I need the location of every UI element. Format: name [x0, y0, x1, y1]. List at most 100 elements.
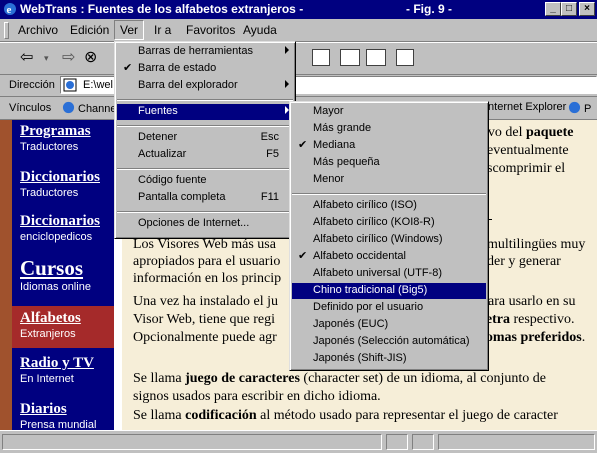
menu-item-opciones-internet[interactable]: Opciones de Internet...	[117, 216, 293, 232]
menubar-grip[interactable]	[4, 22, 9, 39]
menu-item-codigo-fuente[interactable]: Código fuente	[117, 173, 293, 189]
address-label: Dirección	[9, 79, 55, 91]
encoding-definido-usuario[interactable]: Definido por el usuario	[292, 300, 486, 316]
link-internet-explorer[interactable]: Internet Explorer	[485, 101, 566, 113]
menu-bar: Archivo Edición Ver Ir a Favoritos Ayuda	[0, 19, 597, 42]
menu-separator	[292, 193, 486, 195]
font-size-menor[interactable]: Menor	[292, 172, 486, 188]
checkmark-icon: ✔	[298, 250, 308, 262]
link-ie-icon-2	[568, 101, 581, 114]
menu-archivo[interactable]: Archivo	[18, 23, 58, 37]
status-pane-main	[2, 434, 382, 450]
stop-icon[interactable]: ⊗	[84, 48, 97, 68]
font-size-mas-pequena[interactable]: Más pequeña	[292, 155, 486, 171]
menu-item-pantalla-completa[interactable]: Pantalla completa F11	[117, 190, 293, 206]
encoding-japones-shiftjis[interactable]: Japonés (Shift-JIS)	[292, 351, 486, 367]
maximize-button[interactable]: □	[561, 2, 577, 16]
encoding-japones-euc[interactable]: Japonés (EUC)	[292, 317, 486, 333]
encoding-cirilico-windows[interactable]: Alfabeto cirílico (Windows)	[292, 232, 486, 248]
back-dropdown-icon[interactable]: ▾	[44, 48, 49, 68]
minimize-button[interactable]: _	[545, 2, 561, 16]
text-line: iomas preferidos.	[482, 330, 586, 345]
link-ie-icon	[62, 101, 75, 114]
menu-item-barra-estado[interactable]: ✔ Barra de estado	[117, 61, 293, 77]
print-hint-icon	[319, 46, 337, 63]
encoding-japones-auto[interactable]: Japonés (Selección automática)	[292, 334, 486, 350]
status-pane-1	[386, 434, 408, 450]
sidebar-item-radio-tv[interactable]: Radio y TV En Internet	[20, 356, 94, 386]
ver-menu: Barras de herramientas ✔ Barra de estado…	[114, 41, 296, 239]
font-size-mediana[interactable]: ✔ Mediana	[292, 138, 486, 154]
menu-edicion[interactable]: Edición	[70, 23, 109, 37]
left-strip	[0, 120, 12, 430]
text-line: der y generar	[487, 254, 561, 269]
text-line: scomprimir el	[487, 161, 566, 176]
menu-separator	[117, 99, 293, 101]
encoding-utf8[interactable]: Alfabeto universal (UTF-8)	[292, 266, 486, 282]
fullscreen-icon[interactable]	[366, 49, 386, 66]
fuentes-submenu: Mayor Más grande ✔ Mediana Más pequeña Me…	[289, 101, 489, 371]
text-line: información en los princip	[133, 271, 282, 286]
menu-item-fuentes[interactable]: Fuentes	[117, 104, 293, 120]
title-bar: e WebTrans : Fuentes de los alfabetos ex…	[0, 0, 597, 19]
address-bar: Dirección E:\wel	[0, 74, 597, 97]
menu-separator	[117, 168, 293, 170]
text-line: Se llama codificación al método usado pa…	[133, 408, 558, 423]
text-line: multilingües muy	[487, 237, 586, 252]
menu-separator	[117, 125, 293, 127]
toolbar: ⇦ ▾ ⇨ ⊗	[0, 42, 597, 75]
link-channels[interactable]: Channe	[62, 101, 117, 115]
font-size-mas-grande[interactable]: Más grande	[292, 121, 486, 137]
text-line: eventualmente	[487, 143, 569, 158]
status-pane-zone	[438, 434, 595, 450]
text-line: Opcionalmente puede agr	[133, 330, 277, 345]
submenu-arrow-icon	[285, 46, 289, 54]
text-line: Se llama juego de caracteres (character …	[133, 371, 546, 386]
sidebar-item-programas[interactable]: Programas Traductores	[20, 124, 91, 154]
links-label: Vínculos	[9, 102, 52, 114]
text-line: Una vez ha instalado el ju	[133, 294, 279, 309]
font-size-mayor[interactable]: Mayor	[292, 104, 486, 120]
encoding-cirilico-koi8r[interactable]: Alfabeto cirílico (KOI8-R)	[292, 215, 486, 231]
sidebar-item-diarios[interactable]: Diarios Prensa mundial	[20, 402, 96, 431]
menu-favoritos[interactable]: Favoritos	[186, 23, 235, 37]
sidebar-item-alfabetos[interactable]: Alfabetos Extranjeros	[20, 311, 81, 341]
menu-item-detener[interactable]: Detener Esc	[117, 130, 293, 146]
status-pane-2	[412, 434, 434, 450]
menu-separator	[117, 211, 293, 213]
menu-ayuda[interactable]: Ayuda	[243, 23, 277, 37]
link-more[interactable]: P	[568, 101, 591, 115]
page-icon	[63, 78, 77, 92]
close-button[interactable]: ×	[579, 2, 595, 16]
sidebar-item-diccionarios-enciclopedicos[interactable]: Diccionarios enciclopedicos	[20, 214, 100, 244]
channels-icon[interactable]	[340, 49, 360, 66]
status-bar	[0, 430, 597, 453]
menu-ver[interactable]: Ver	[114, 20, 145, 40]
text-line: signos usados para escribir en dicho idi…	[133, 389, 381, 404]
forward-arrow-icon[interactable]: ⇨	[62, 48, 75, 68]
address-value: E:\wel	[83, 79, 113, 91]
text-line: para usarlo en su	[481, 294, 576, 309]
text-line: ivo del paquete	[484, 125, 574, 140]
checkmark-icon: ✔	[123, 62, 133, 74]
back-arrow-icon[interactable]: ⇦	[20, 48, 33, 68]
sidebar-item-diccionarios-traductores[interactable]: Diccionarios Traductores	[20, 170, 100, 200]
submenu-arrow-icon	[285, 80, 289, 88]
encoding-chino-big5[interactable]: Chino tradicional (Big5)	[292, 283, 486, 299]
ie-app-icon: e	[4, 3, 16, 16]
checkmark-icon: ✔	[298, 139, 308, 151]
menu-item-barras-herramientas[interactable]: Barras de herramientas	[117, 44, 293, 60]
menu-item-actualizar[interactable]: Actualizar F5	[117, 147, 293, 163]
menu-item-barra-explorador[interactable]: Barra del explorador	[117, 78, 293, 94]
svg-text:e: e	[7, 4, 12, 16]
window-title: WebTrans : Fuentes de los alfabetos extr…	[20, 2, 304, 16]
text-line: apropiados para el usuario	[133, 254, 281, 269]
encoding-occidental[interactable]: ✔ Alfabeto occidental	[292, 249, 486, 265]
text-line: Visor Web, tiene que regi	[133, 312, 276, 327]
figure-label: - Fig. 9 -	[406, 2, 452, 16]
encoding-cirilico-iso[interactable]: Alfabeto cirílico (ISO)	[292, 198, 486, 214]
menu-ir-a[interactable]: Ir a	[154, 23, 171, 37]
mail-icon[interactable]	[396, 49, 414, 66]
sidebar-item-cursos[interactable]: Cursos Idiomas online	[20, 258, 91, 294]
text-line: letra respectivo.	[482, 312, 575, 327]
